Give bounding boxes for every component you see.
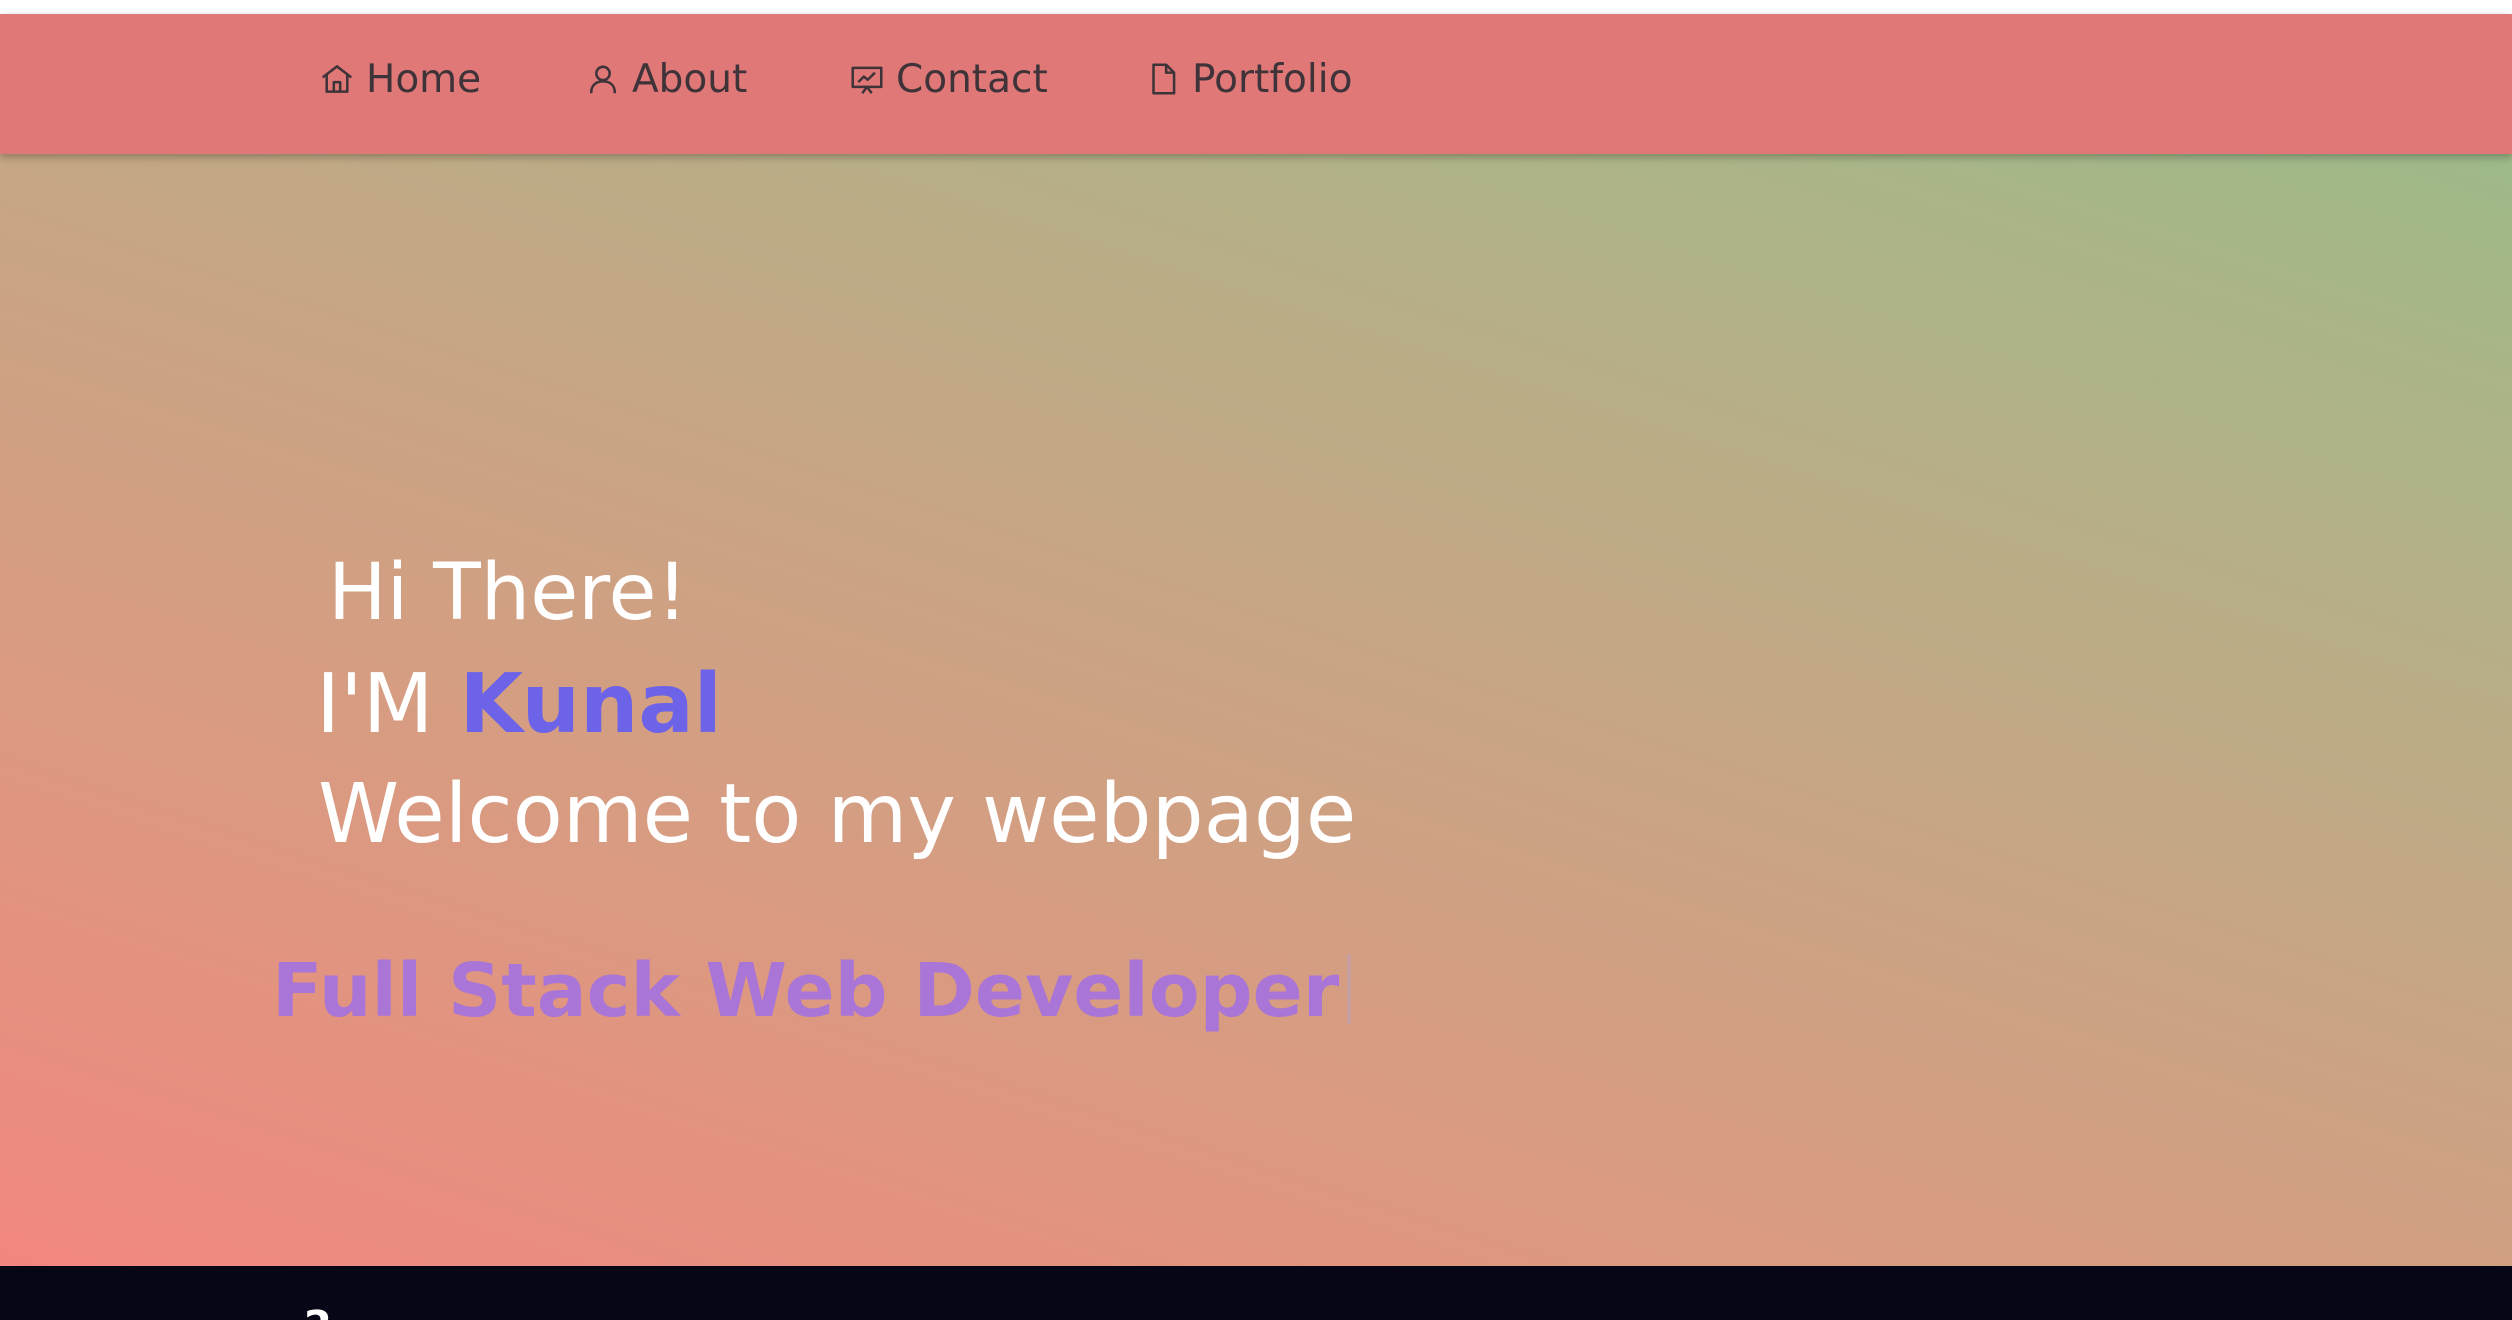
nav-item-contact[interactable]: Contact xyxy=(848,14,1048,144)
user-icon xyxy=(584,60,622,98)
nav-label-about: About xyxy=(632,56,748,102)
nav-label-home: Home xyxy=(366,56,482,102)
greeting-heading: Hi There! xyxy=(328,548,688,638)
home-icon xyxy=(318,60,356,98)
nav-item-home[interactable]: Home xyxy=(318,14,481,144)
navbar: Home About Contact Portfolio xyxy=(0,14,2512,154)
typewriter-cursor xyxy=(1347,954,1352,1024)
page: Hi There! I'M Kunal Welcome to my webpag… xyxy=(0,0,2512,1320)
hero-section: Hi There! I'M Kunal Welcome to my webpag… xyxy=(0,14,2512,1266)
welcome-heading: Welcome to my webpage xyxy=(318,767,1357,862)
footer-heading-partial: 2 xyxy=(304,1306,332,1320)
role-text: Full Stack Web Developer xyxy=(272,948,1340,1034)
footer-section: 2 xyxy=(0,1266,2512,1320)
presentation-icon xyxy=(848,60,886,98)
intro-heading: I'M Kunal xyxy=(316,664,722,746)
owner-name: Kunal xyxy=(459,657,722,752)
nav-item-about[interactable]: About xyxy=(584,14,747,144)
typewriter-role: Full Stack Web Developer xyxy=(272,954,1352,1028)
nav-item-portfolio[interactable]: Portfolio xyxy=(1144,14,1352,144)
document-icon xyxy=(1144,60,1182,98)
intro-prefix: I'M xyxy=(316,657,460,752)
nav-label-portfolio: Portfolio xyxy=(1192,56,1353,102)
nav-label-contact: Contact xyxy=(896,56,1048,102)
